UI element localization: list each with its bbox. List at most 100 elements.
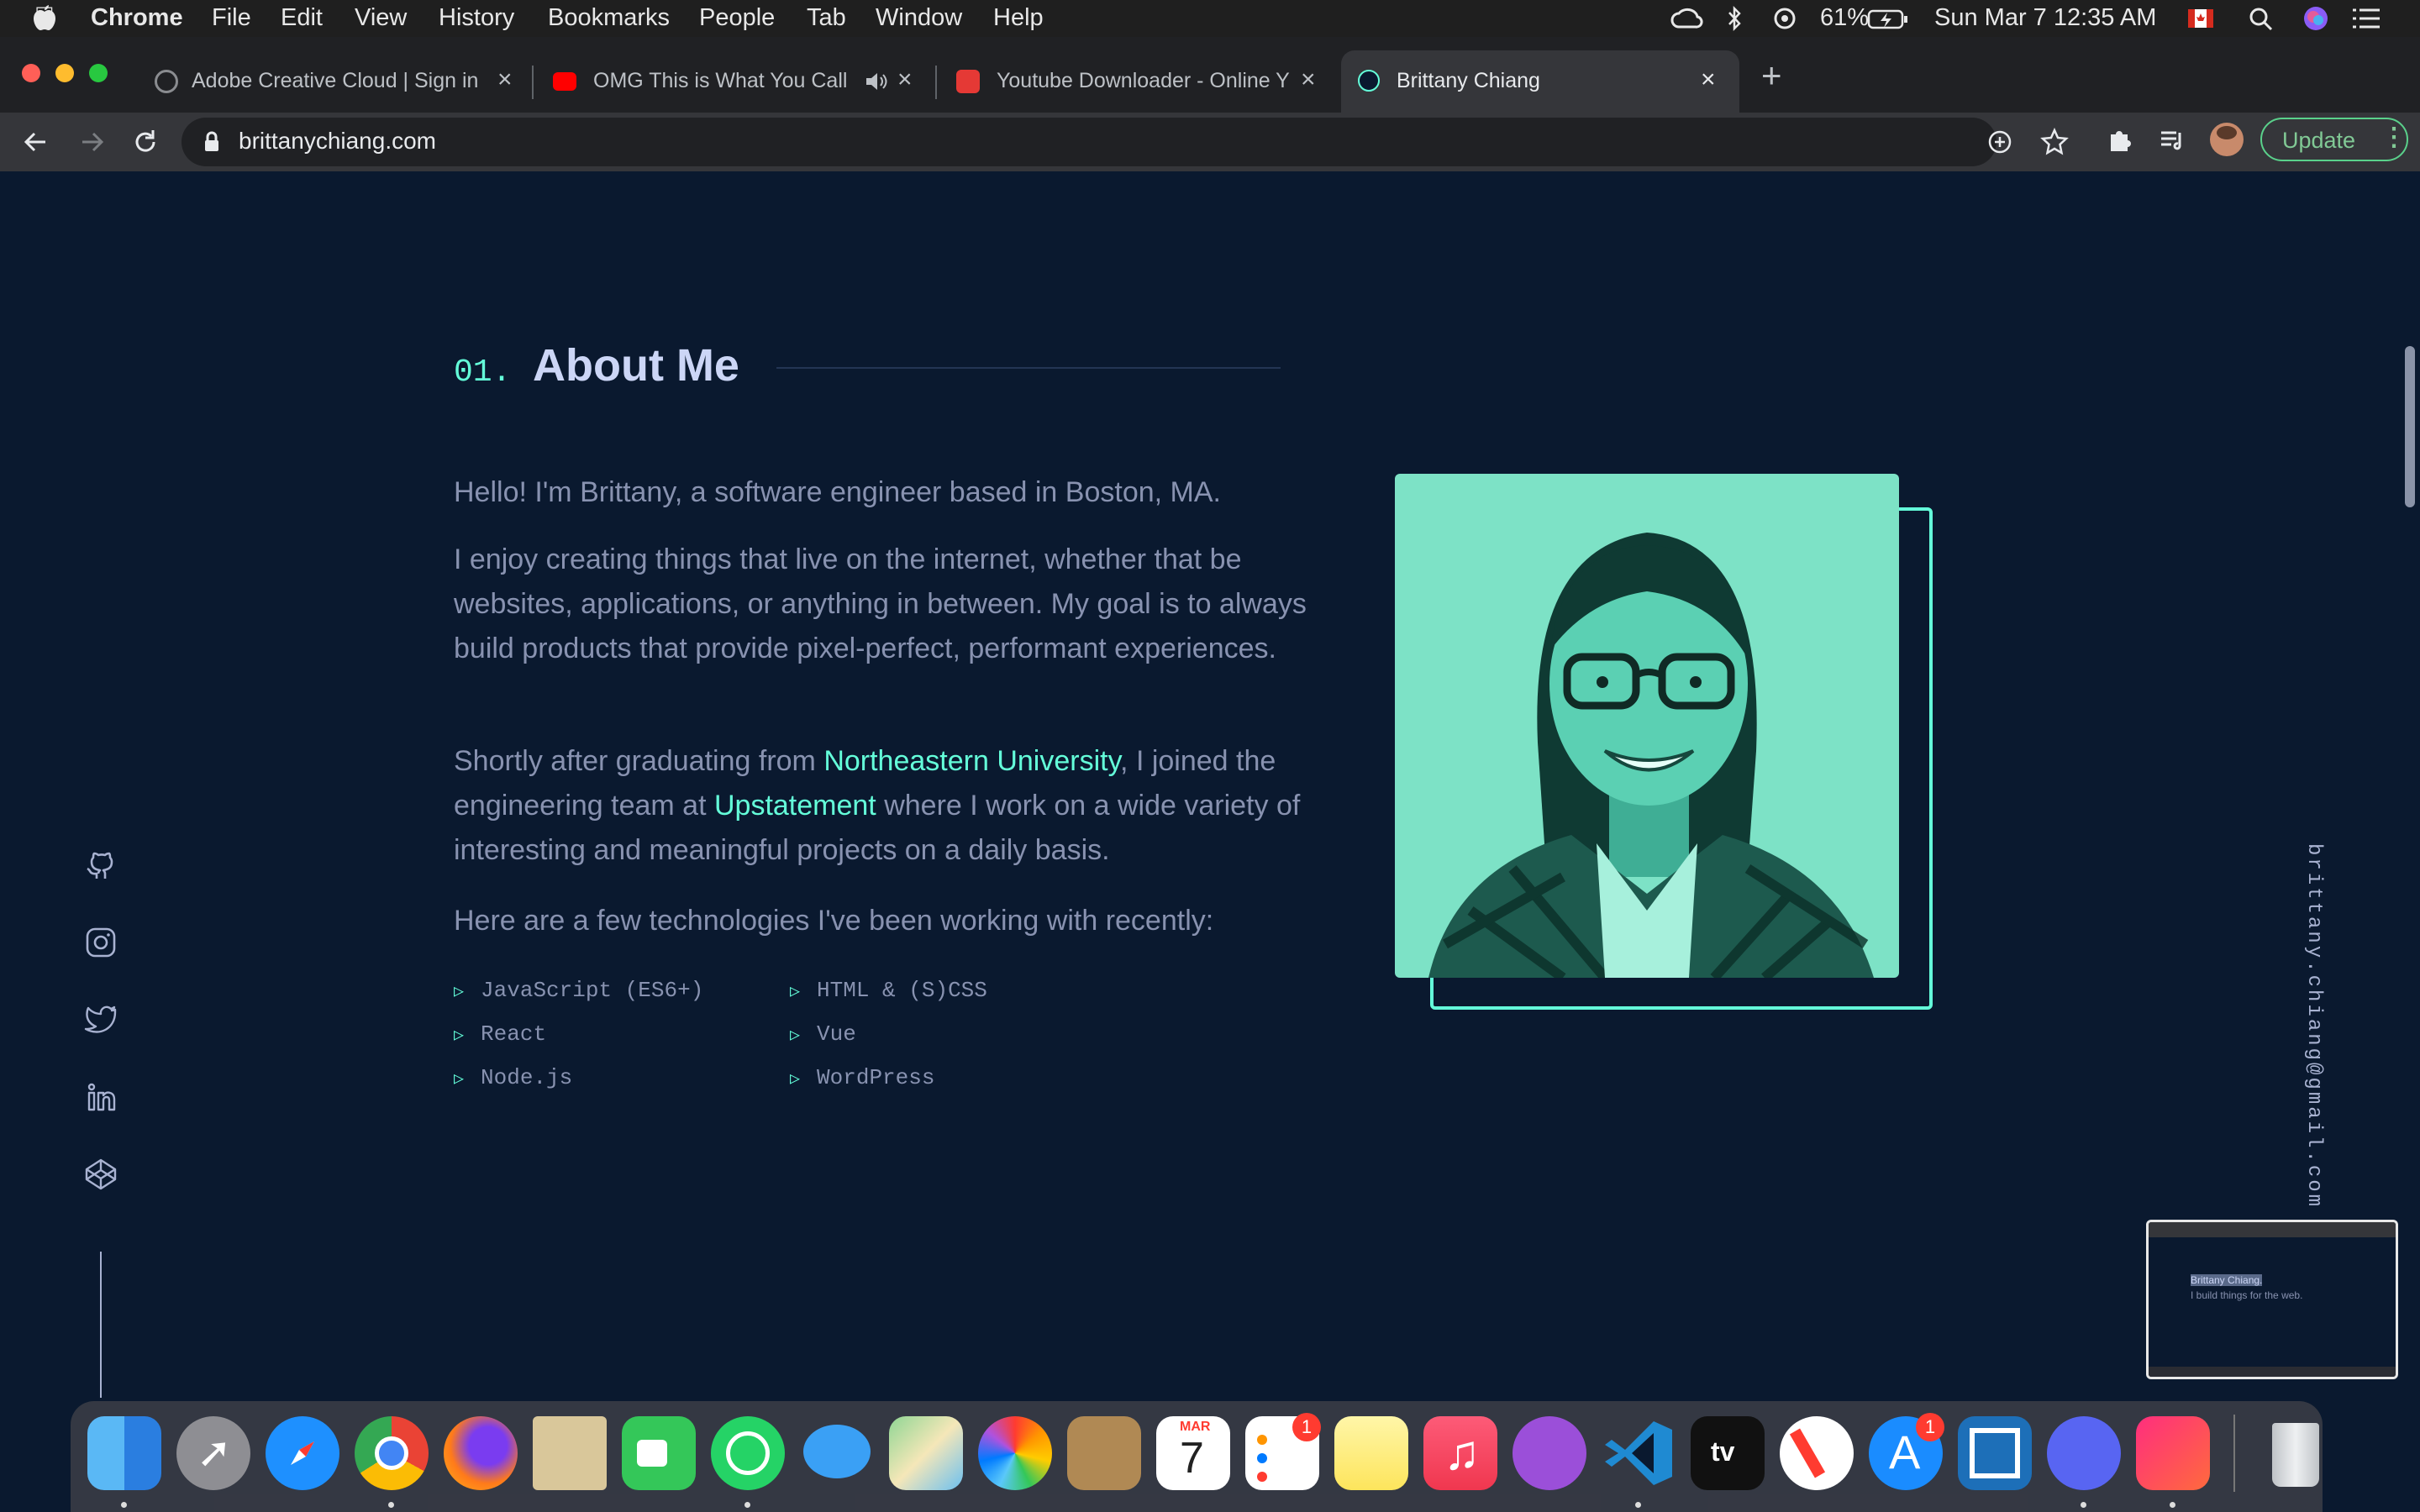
menu-people[interactable]: People <box>699 4 775 32</box>
tab-youtube-downloader[interactable]: Youtube Downloader - Online Y × <box>941 50 1336 113</box>
music-icon[interactable]: ♫ <box>1423 1416 1497 1490</box>
media-controls-icon[interactable] <box>2158 126 2186 155</box>
podcasts-icon[interactable] <box>1512 1416 1586 1490</box>
preview-mail-stamp-icon[interactable] <box>533 1416 607 1490</box>
close-tab-icon[interactable]: × <box>1701 66 1716 94</box>
portrait-illustration <box>1428 533 1874 978</box>
lock-icon[interactable] <box>203 131 220 153</box>
airplay-audio-icon[interactable] <box>1768 7 1802 30</box>
tab-title: Brittany Chiang <box>1397 69 1540 92</box>
profile-avatar[interactable] <box>2210 123 2244 156</box>
window-close-button[interactable] <box>22 64 40 82</box>
github-icon[interactable] <box>84 848 118 882</box>
section-number: 01. <box>454 354 512 391</box>
codepen-icon[interactable] <box>84 1158 118 1191</box>
creative-cloud-status-icon[interactable] <box>1670 7 1704 30</box>
tab-title: Youtube Downloader - Online Y <box>997 69 1290 92</box>
running-indicator <box>388 1502 394 1508</box>
northeastern-link[interactable]: Northeastern University <box>823 745 1120 777</box>
menu-view[interactable]: View <box>355 4 407 32</box>
notes-icon[interactable] <box>1334 1416 1408 1490</box>
tab-brittany-chiang[interactable]: Brittany Chiang × <box>1341 50 1739 113</box>
tab-youtube-video[interactable]: OMG This is What You Call × <box>538 50 933 113</box>
launchpad-icon[interactable]: ➚ <box>176 1416 250 1490</box>
tech-item: ▷ Node.js <box>454 1065 573 1090</box>
triangle-bullet-icon: ▷ <box>454 1070 465 1089</box>
menu-tab[interactable]: Tab <box>807 4 846 32</box>
messages-icon[interactable] <box>800 1416 874 1490</box>
bluetooth-icon[interactable] <box>1726 5 1743 32</box>
app-store-badge: 1 <box>1916 1413 1944 1441</box>
more-menu-icon[interactable]: ⋮ <box>2381 123 2407 152</box>
contacts-icon[interactable] <box>1067 1416 1141 1490</box>
calendar-icon[interactable]: MAR 7 <box>1156 1416 1230 1490</box>
news-icon[interactable] <box>1780 1416 1854 1490</box>
url-text[interactable]: brittanychiang.com <box>239 128 436 155</box>
maps-icon[interactable] <box>889 1416 963 1490</box>
upstatement-link[interactable]: Upstatement <box>714 790 876 822</box>
menu-help[interactable]: Help <box>993 4 1044 32</box>
window-zoom-button[interactable] <box>89 64 108 82</box>
twitter-icon[interactable] <box>84 1003 118 1037</box>
running-indicator <box>2170 1502 2175 1508</box>
youtube-favicon-icon <box>553 72 576 91</box>
thumbnail-name: Brittany Chiang. <box>2191 1274 2263 1286</box>
facetime-icon[interactable] <box>622 1416 696 1490</box>
web-page: 01. About Me Hello! I'm Brittany, a soft… <box>0 171 2420 1398</box>
extensions-puzzle-icon[interactable] <box>2106 126 2134 155</box>
bookmark-star-icon[interactable] <box>2040 128 2069 156</box>
menu-bookmarks[interactable]: Bookmarks <box>548 4 670 32</box>
reload-icon[interactable] <box>131 128 160 156</box>
firefox-icon[interactable] <box>444 1416 518 1490</box>
chrome-icon[interactable] <box>355 1416 429 1490</box>
apple-logo-icon[interactable] <box>32 5 57 32</box>
instagram-icon[interactable] <box>84 926 118 959</box>
menu-history[interactable]: History <box>439 4 514 32</box>
photos-icon[interactable] <box>978 1416 1052 1490</box>
creative-cloud-icon[interactable] <box>2136 1416 2210 1490</box>
menu-file[interactable]: File <box>212 4 251 32</box>
control-center-icon[interactable] <box>2351 7 2381 30</box>
clock[interactable]: Sun Mar 7 12:35 AM <box>1934 4 2156 32</box>
side-email-link[interactable]: brittany.chiang@gmail.com <box>2302 843 2325 1209</box>
finder-icon[interactable] <box>87 1416 161 1490</box>
intro-paragraph: Hello! I'm Brittany, a software engineer… <box>454 476 1221 508</box>
install-app-icon[interactable] <box>1986 129 2013 155</box>
screenshot-preview-thumbnail[interactable]: Brittany Chiang. I build things for the … <box>2146 1220 2398 1379</box>
window-manager-icon[interactable] <box>1958 1416 2032 1490</box>
profile-photo[interactable] <box>1395 474 1899 978</box>
address-bar[interactable]: brittanychiang.com <box>182 118 2069 166</box>
close-tab-icon[interactable]: × <box>897 66 913 94</box>
close-tab-icon[interactable]: × <box>1301 66 1316 94</box>
menu-window[interactable]: Window <box>876 4 962 32</box>
calendar-day: 7 <box>1180 1434 1204 1483</box>
battery-charging-icon[interactable] <box>1867 8 1909 30</box>
siri-icon[interactable] <box>2302 5 2329 32</box>
vscode-icon[interactable] <box>1602 1416 1676 1490</box>
trash-icon[interactable] <box>2259 1416 2333 1490</box>
tab-title: OMG This is What You Call <box>593 69 848 92</box>
apple-tv-icon[interactable]: tv <box>1691 1416 1765 1490</box>
apple-tv-label: tv <box>1711 1436 1735 1467</box>
page-scrollbar-thumb[interactable] <box>2405 346 2415 507</box>
audio-playing-icon[interactable] <box>864 71 889 92</box>
linkedin-icon[interactable] <box>84 1080 118 1114</box>
forward-icon[interactable] <box>77 128 106 156</box>
close-tab-icon[interactable]: × <box>497 66 513 94</box>
back-icon[interactable] <box>22 128 50 156</box>
menu-app-name[interactable]: Chrome <box>91 4 183 32</box>
tab-adobe[interactable]: Adobe Creative Cloud | Sign in × <box>141 50 528 113</box>
whatsapp-icon[interactable] <box>711 1416 785 1490</box>
new-tab-icon[interactable]: + <box>1761 55 1782 96</box>
tab-divider <box>935 66 937 99</box>
canada-flag-input-icon[interactable] <box>2188 9 2213 28</box>
window-minimize-button[interactable] <box>55 64 74 82</box>
triangle-bullet-icon: ▷ <box>790 1070 801 1089</box>
update-button[interactable]: Update ⋮ <box>2260 118 2408 161</box>
discord-icon[interactable] <box>2047 1416 2121 1490</box>
safari-icon[interactable] <box>266 1416 339 1490</box>
menu-edit[interactable]: Edit <box>281 4 323 32</box>
spotlight-search-icon[interactable] <box>2249 7 2274 32</box>
section-heading: About Me <box>533 340 739 391</box>
thumbnail-toolbar <box>2149 1222 2396 1237</box>
